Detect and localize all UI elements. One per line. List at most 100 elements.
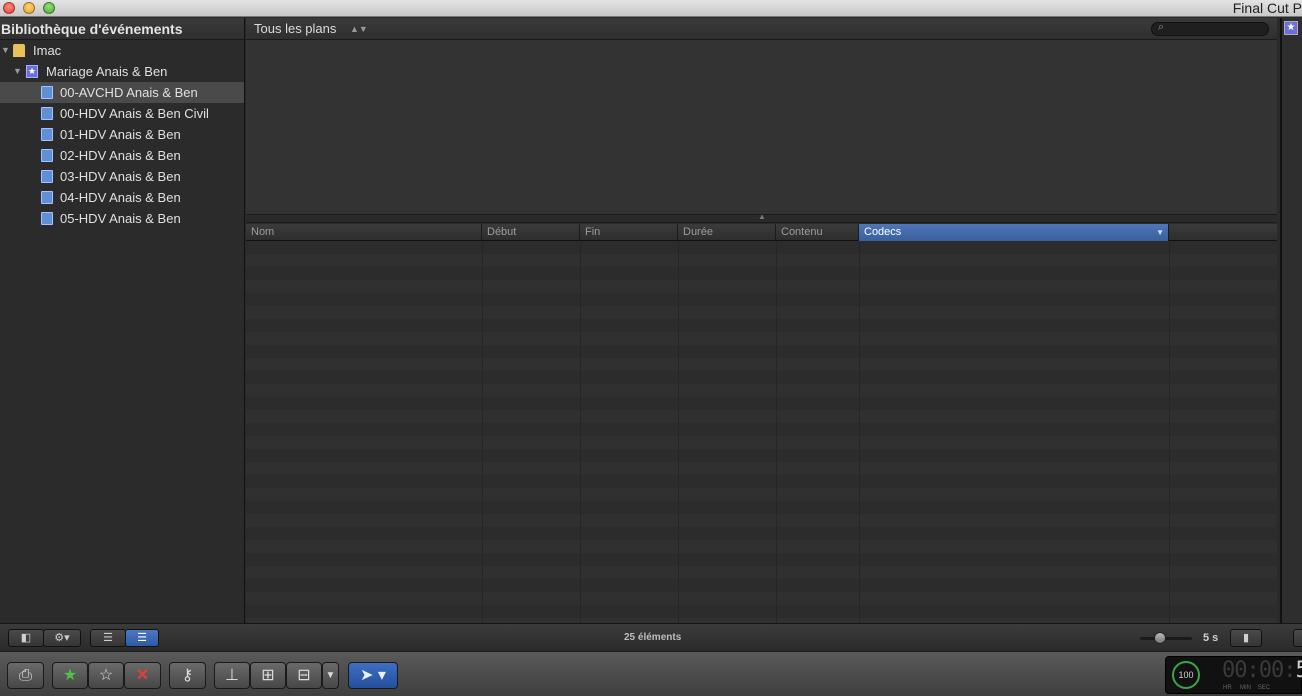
timecode-units: HR MIN SEC	[1223, 685, 1270, 691]
gear-icon: ⚙▾	[54, 632, 70, 644]
filmstrip-view-icon: ☰	[103, 632, 113, 644]
library-row[interactable]: ▼ Imac	[0, 40, 244, 61]
zoom-window-button[interactable]	[43, 2, 55, 14]
filmstrip-view-button[interactable]: ☰	[90, 629, 126, 647]
library-label: Imac	[33, 43, 62, 58]
clip-zoom-knob[interactable]	[1154, 632, 1166, 644]
clip-icon	[41, 86, 53, 99]
clip-icon	[41, 170, 53, 183]
clip-zoom-value: 5 s	[1203, 632, 1219, 644]
camera-import-icon: ⎙	[19, 667, 32, 684]
search-icon: ⌕	[1158, 21, 1165, 33]
key-icon: ⚷	[181, 667, 194, 684]
event-library-sidebar: Bibliothèque d'événements ▼ Imac ▼ ★ Mar…	[0, 18, 245, 623]
clip-row[interactable]: 03-HDV Anais & Ben	[0, 166, 244, 187]
column-divider	[580, 241, 581, 623]
timecode-unit-min: MIN	[1240, 685, 1252, 691]
popup-arrows-icon[interactable]: ▲▼	[350, 18, 368, 40]
disclosure-triangle-icon[interactable]: ▼	[13, 61, 22, 82]
disclosure-triangle-icon[interactable]: ▼	[1, 40, 10, 61]
clip-label: 04-HDV Anais & Ben	[60, 190, 181, 205]
empty-star-icon: ☆	[98, 667, 114, 684]
clip-row[interactable]: 02-HDV Anais & Ben	[0, 145, 244, 166]
clip-label: 01-HDV Anais & Ben	[60, 127, 181, 142]
clip-label: 03-HDV Anais & Ben	[60, 169, 181, 184]
clip-row[interactable]: 05-HDV Anais & Ben	[0, 208, 244, 229]
close-window-button[interactable]	[3, 2, 15, 14]
browser-splitter[interactable]: ▲	[246, 212, 1277, 223]
column-divider	[859, 241, 860, 623]
clip-filter-popup[interactable]: Tous les plans	[254, 18, 336, 40]
clip-list-body	[246, 241, 1277, 623]
window-title: Final Cut P	[1232, 0, 1302, 16]
unrate-button[interactable]: ☆	[88, 662, 124, 689]
event-star-icon: ★	[1284, 21, 1298, 35]
item-count: 25 éléments	[624, 632, 682, 643]
action-menu-button[interactable]: ⚙▾	[43, 629, 81, 647]
column-header-start[interactable]: Début	[482, 224, 580, 241]
list-view-icon: ☰	[137, 632, 147, 644]
viewer-status-button[interactable]	[1293, 629, 1302, 647]
append-clip-button[interactable]: ⊟	[286, 662, 322, 689]
column-divider	[482, 241, 483, 623]
timecode-lit-digits: 56	[1295, 658, 1302, 683]
event-row[interactable]: ▼ ★ Mariage Anais & Ben	[0, 61, 244, 82]
minimize-window-button[interactable]	[23, 2, 35, 14]
keyword-editor-button[interactable]: ⚷	[169, 662, 206, 689]
filmstrip-area	[246, 40, 1277, 214]
clip-icon	[41, 107, 53, 120]
column-divider	[1169, 241, 1170, 623]
browser-status-bar: ◧ ⚙▾ ☰ ☰ 25 éléments 5 s ▮	[0, 623, 1302, 651]
clip-label: 02-HDV Anais & Ben	[60, 148, 181, 163]
timecode-unit-hr: HR	[1223, 685, 1232, 691]
column-divider	[678, 241, 679, 623]
clip-appearance-button[interactable]: ▮	[1230, 629, 1262, 647]
clip-icon	[41, 191, 53, 204]
column-header-end[interactable]: Fin	[580, 224, 678, 241]
clip-label: 05-HDV Anais & Ben	[60, 211, 181, 226]
connect-clip-button[interactable]: ⊥	[214, 662, 250, 689]
insert-clip-button[interactable]: ⊞	[250, 662, 286, 689]
column-header-name[interactable]: Nom	[246, 224, 482, 241]
dashboard-timecode[interactable]: 100 00:00:56 HR MIN SEC	[1165, 656, 1302, 694]
clip-label: 00-HDV Anais & Ben Civil	[60, 106, 209, 121]
search-field[interactable]: ⌕	[1151, 21, 1269, 36]
timecode-digits: 00:00:56	[1222, 658, 1302, 683]
background-tasks-progress[interactable]: 100	[1172, 661, 1200, 689]
favorite-star-icon: ★	[62, 667, 78, 684]
list-view-button[interactable]: ☰	[125, 629, 159, 647]
mark-favorite-button[interactable]: ★	[52, 662, 88, 689]
clip-row[interactable]: 04-HDV Anais & Ben	[0, 187, 244, 208]
clip-row[interactable]: 00-AVCHD Anais & Ben	[0, 82, 244, 103]
clip-icon	[41, 128, 53, 141]
select-tool-button[interactable]: ➤ ▾	[348, 662, 398, 689]
timecode-dim-digits: 00:00:	[1222, 658, 1296, 683]
reject-button[interactable]: ✕	[124, 662, 161, 689]
list-view-header: Nom Début Fin Durée Contenu Codecs ▼	[246, 224, 1277, 241]
window-titlebar: Final Cut P	[0, 0, 1302, 17]
clip-icon	[41, 149, 53, 162]
column-divider	[776, 241, 777, 623]
toggle-library-button[interactable]: ◧	[8, 629, 44, 647]
timecode-unit-sec: SEC	[1257, 685, 1271, 691]
arrow-pointer-icon: ➤ ▾	[360, 667, 386, 684]
sidebar-toggle-icon: ◧	[20, 632, 32, 644]
event-browser-header: Tous les plans ▲▼ ⌕	[246, 18, 1277, 40]
append-clip-icon: ⊟	[297, 667, 311, 684]
column-header-duration[interactable]: Durée	[678, 224, 776, 241]
reject-x-icon: ✕	[135, 667, 150, 684]
main-toolbar: ⎙ ★ ☆ ✕ ⚷ ⊥ ⊞ ⊟ ▼ ➤ ▾	[0, 651, 1302, 696]
column-header-codecs-label: Codecs	[864, 226, 902, 238]
clip-row[interactable]: 00-HDV Anais & Ben Civil	[0, 103, 244, 124]
import-media-button[interactable]: ⎙	[7, 662, 44, 689]
viewer-panel-edge: ★	[1280, 18, 1302, 623]
sort-descending-icon: ▼	[1156, 228, 1164, 237]
column-header-content[interactable]: Contenu	[776, 224, 859, 241]
clip-zoom-slider[interactable]	[1140, 637, 1192, 640]
splitter-handle-icon[interactable]: ▲	[758, 212, 766, 221]
column-header-codecs[interactable]: Codecs ▼	[859, 224, 1169, 241]
edit-options-menu-button[interactable]: ▼	[322, 662, 339, 689]
chevron-down-icon: ▼	[325, 670, 336, 681]
clip-row[interactable]: 01-HDV Anais & Ben	[0, 124, 244, 145]
event-library-title: Bibliothèque d'événements	[0, 18, 244, 40]
